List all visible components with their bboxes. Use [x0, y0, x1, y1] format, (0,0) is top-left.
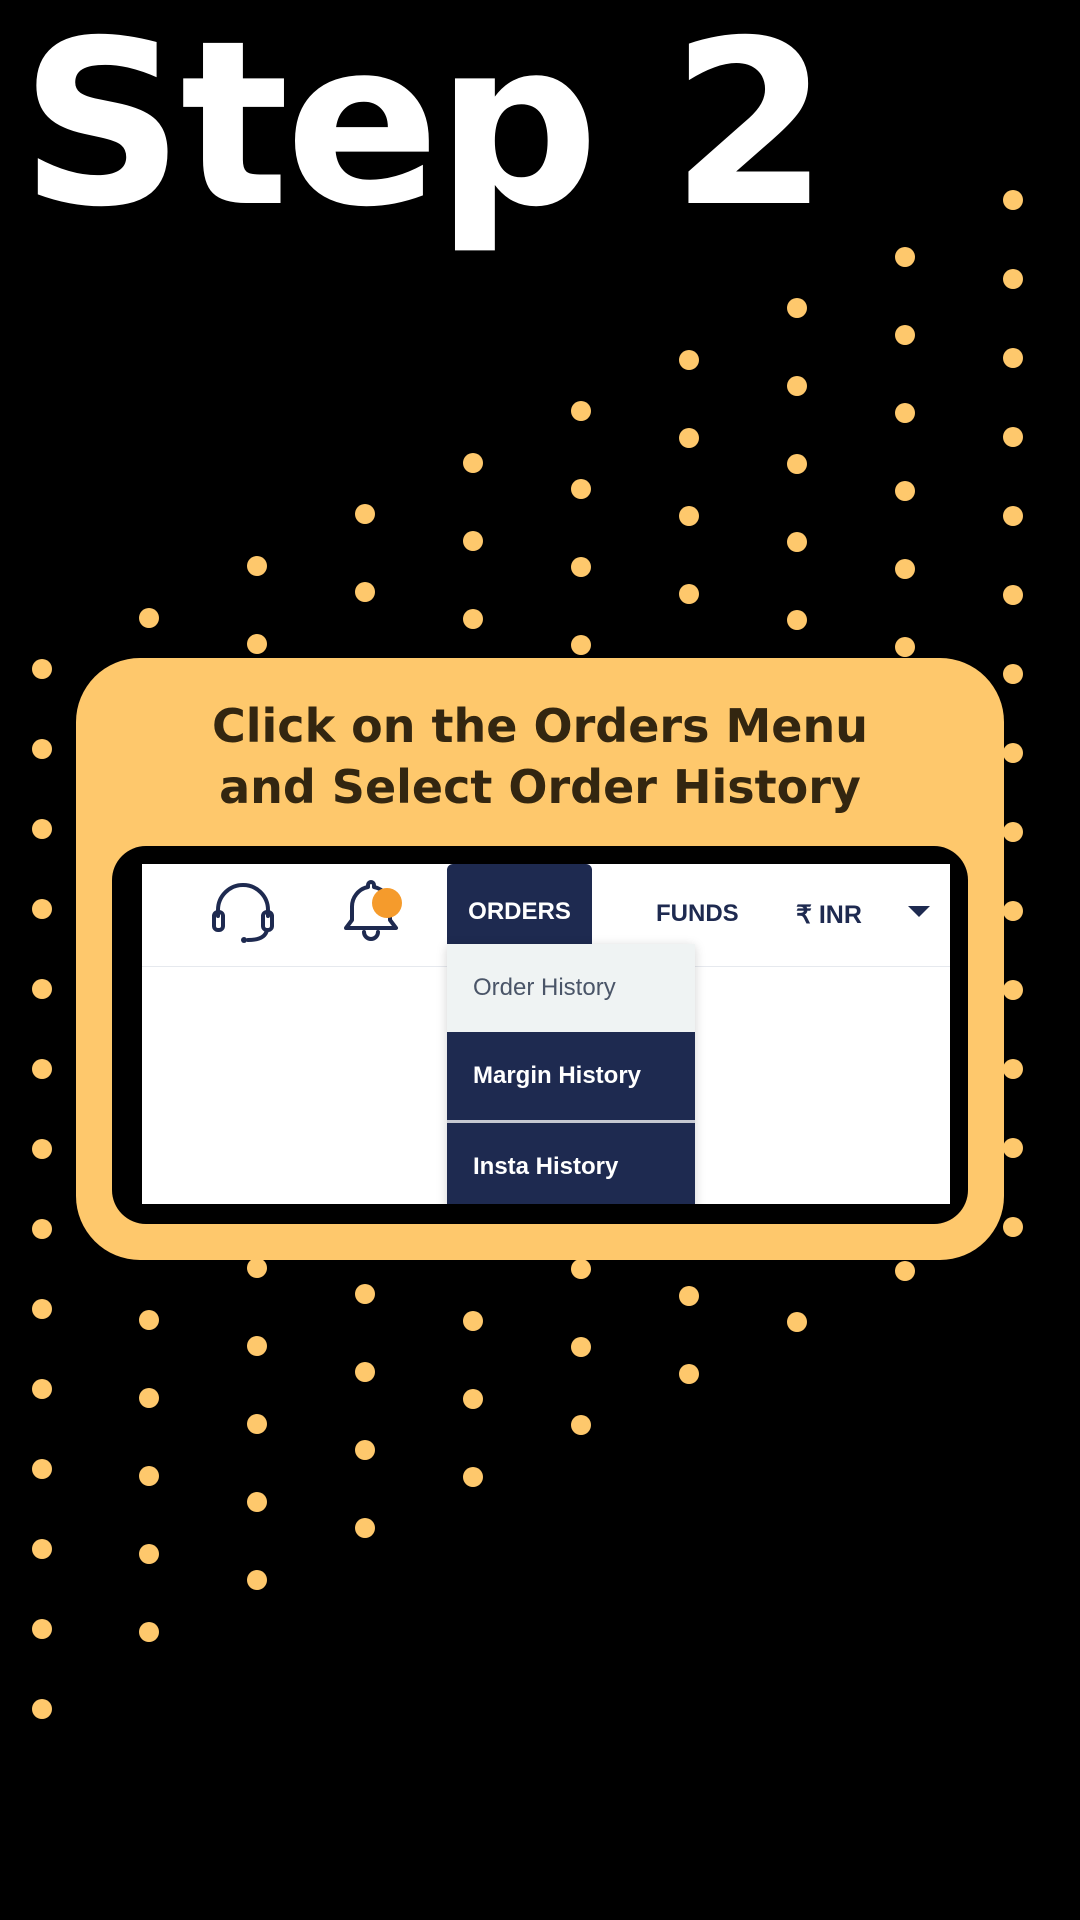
decorative-dot — [32, 1299, 52, 1319]
decorative-dot — [895, 1261, 915, 1281]
decorative-dot — [571, 1259, 591, 1279]
screenshot-frame: ORDERS FUNDS ₹ INR Order History Margin … — [112, 846, 968, 1224]
decorative-dot — [1003, 506, 1023, 526]
orders-menu-button[interactable]: ORDERS — [447, 864, 592, 944]
decorative-dot — [679, 1286, 699, 1306]
decorative-dot — [463, 531, 483, 551]
orders-dropdown-menu: Order History Margin History Insta Histo… — [447, 944, 695, 1204]
decorative-dot — [571, 1415, 591, 1435]
decorative-dot — [1003, 822, 1023, 842]
decorative-dot — [139, 1544, 159, 1564]
decorative-dot — [1003, 664, 1023, 684]
decorative-dot — [247, 634, 267, 654]
decorative-dot — [1003, 269, 1023, 289]
decorative-dot — [247, 556, 267, 576]
decorative-dot — [247, 1492, 267, 1512]
decorative-dot — [1003, 1217, 1023, 1237]
decorative-dot — [32, 1539, 52, 1559]
decorative-dot — [895, 325, 915, 345]
decorative-dot — [355, 1284, 375, 1304]
decorative-dot — [1003, 743, 1023, 763]
decorative-dot — [1003, 1138, 1023, 1158]
decorative-dot — [32, 1459, 52, 1479]
decorative-dot — [355, 1440, 375, 1460]
decorative-dot — [32, 739, 52, 759]
decorative-dot — [1003, 1059, 1023, 1079]
app-screenshot: ORDERS FUNDS ₹ INR Order History Margin … — [142, 864, 950, 1204]
decorative-dot — [787, 298, 807, 318]
decorative-dot — [32, 1059, 52, 1079]
decorative-dot — [571, 479, 591, 499]
decorative-dot — [247, 1570, 267, 1590]
decorative-dot — [32, 899, 52, 919]
decorative-dot — [787, 532, 807, 552]
decorative-dot — [355, 1362, 375, 1382]
decorative-dot — [463, 1389, 483, 1409]
menu-item-order-history[interactable]: Order History — [447, 944, 695, 1032]
decorative-dot — [32, 979, 52, 999]
decorative-dot — [895, 247, 915, 267]
decorative-dot — [139, 1388, 159, 1408]
menu-item-insta-history[interactable]: Insta History — [447, 1123, 695, 1204]
decorative-dot — [895, 637, 915, 657]
decorative-dot — [139, 608, 159, 628]
decorative-dot — [1003, 585, 1023, 605]
headset-icon[interactable] — [208, 874, 278, 944]
decorative-dot — [895, 403, 915, 423]
funds-menu-button[interactable]: FUNDS — [656, 900, 739, 928]
decorative-dot — [1003, 190, 1023, 210]
instruction-line-1: Click on the Orders Menu — [212, 699, 868, 753]
decorative-dot — [32, 659, 52, 679]
decorative-dot — [679, 428, 699, 448]
decorative-dot — [895, 559, 915, 579]
decorative-dot — [463, 1467, 483, 1487]
decorative-dot — [247, 1336, 267, 1356]
decorative-dot — [787, 454, 807, 474]
notification-badge — [372, 888, 402, 918]
instruction-line-2: and Select Order History — [219, 760, 861, 814]
decorative-dot — [32, 1699, 52, 1719]
decorative-dot — [1003, 348, 1023, 368]
decorative-dot — [32, 1139, 52, 1159]
decorative-dot — [679, 350, 699, 370]
decorative-dot — [463, 609, 483, 629]
instruction-card: Click on the Orders Menu and Select Orde… — [76, 658, 1004, 1260]
decorative-dot — [32, 1219, 52, 1239]
decorative-dot — [787, 1312, 807, 1332]
decorative-dot — [1003, 427, 1023, 447]
caret-down-icon[interactable] — [908, 906, 930, 917]
decorative-dot — [32, 819, 52, 839]
decorative-dot — [1003, 901, 1023, 921]
decorative-dot — [571, 557, 591, 577]
decorative-dot — [463, 1311, 483, 1331]
decorative-dot — [247, 1258, 267, 1278]
decorative-dot — [571, 635, 591, 655]
decorative-dot — [787, 610, 807, 630]
decorative-dot — [571, 1337, 591, 1357]
decorative-dot — [139, 1622, 159, 1642]
decorative-dot — [571, 401, 591, 421]
decorative-dot — [679, 1364, 699, 1384]
currency-selector[interactable]: ₹ INR — [796, 900, 862, 930]
decorative-dot — [139, 1466, 159, 1486]
decorative-dot — [139, 1310, 159, 1330]
decorative-dot — [32, 1379, 52, 1399]
decorative-dot — [355, 1518, 375, 1538]
instruction-text: Click on the Orders Menu and Select Orde… — [76, 696, 1004, 818]
menu-item-margin-history[interactable]: Margin History — [447, 1032, 695, 1120]
decorative-dot — [895, 481, 915, 501]
step-title: Step 2 — [20, 0, 829, 257]
decorative-dot — [679, 584, 699, 604]
decorative-dot — [463, 453, 483, 473]
decorative-dot — [1003, 980, 1023, 1000]
decorative-dot — [355, 582, 375, 602]
decorative-dot — [247, 1414, 267, 1434]
decorative-dot — [679, 506, 699, 526]
decorative-dot — [355, 504, 375, 524]
decorative-dot — [787, 376, 807, 396]
decorative-dot — [32, 1619, 52, 1639]
